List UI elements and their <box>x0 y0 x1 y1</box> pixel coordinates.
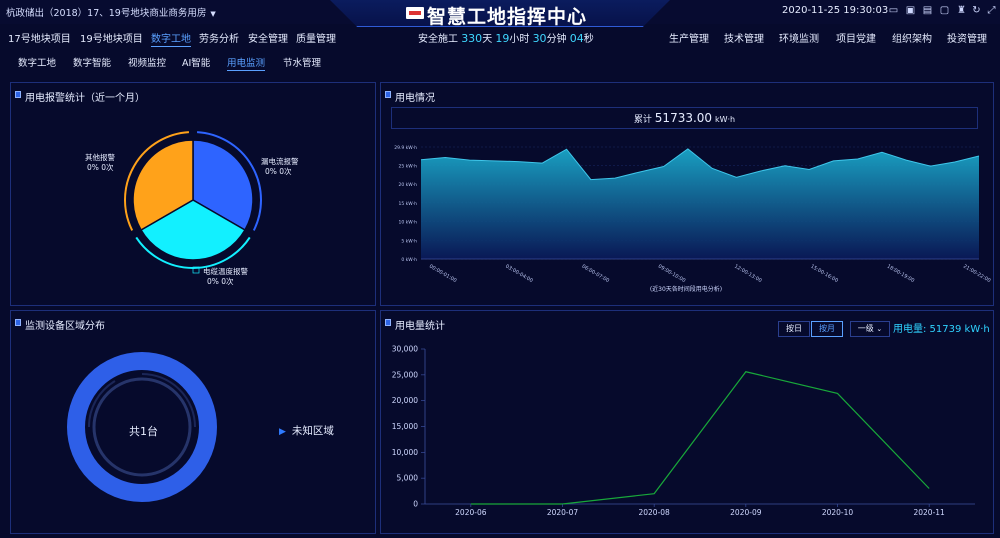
device-panel: 监测设备区域分布 共1台 ▶ 未知区域 <box>10 310 376 534</box>
y-tick-label: 10,000 <box>392 448 418 457</box>
y-tick-label: 15 kW·h <box>399 201 418 207</box>
safety-minutes: 30 <box>532 32 547 45</box>
label-other: 其他报警 <box>85 152 115 162</box>
tab-party[interactable]: 项目党建 <box>836 30 876 45</box>
tab-19-project[interactable]: 19号地块项目 <box>80 30 143 45</box>
page-title: 智慧工地指挥中心 <box>427 6 588 28</box>
x-tick-label: 18:00-19:00 <box>886 264 916 285</box>
line-group: 0 5,000 10,000 15,000 20,000 25,000 30,000 2020… <box>392 345 975 517</box>
alarm-pie-chart: 其他报警 0% 0次 漏电流报警 0% 0次 电缆温度报警 0% 0次 <box>85 131 299 286</box>
monitor-icon[interactable]: ▭ <box>888 5 899 16</box>
area-footnote: (近30天各时间段用电分析) <box>650 285 722 293</box>
y-tick-label: 20,000 <box>392 396 418 405</box>
y-tick-label: 15,000 <box>392 422 418 431</box>
value-cable: 0% 0次 <box>207 276 234 286</box>
fullscreen-icon[interactable]: ⤢ <box>986 5 997 16</box>
x-tick-label: 2020-06 <box>455 508 487 517</box>
screen-icon[interactable]: ▣ <box>905 5 916 16</box>
device-donut-chart <box>67 352 217 502</box>
y-tick-label: 0 kW·h <box>401 257 417 263</box>
triangle-right-icon: ▶ <box>279 427 286 437</box>
x-tick-label: 2020-10 <box>822 508 854 517</box>
y-tick-label: 30,000 <box>392 345 418 354</box>
y-tick-label: 25,000 <box>392 370 418 379</box>
tab-labor-analysis[interactable]: 劳务分析 <box>199 30 239 45</box>
x-tick-label: 2020-11 <box>913 508 945 517</box>
x-tick-label: 2020-08 <box>638 508 670 517</box>
safety-hours: 19 <box>495 32 510 45</box>
area-fill <box>421 148 979 259</box>
tab-17-project[interactable]: 17号地块项目 <box>8 30 71 45</box>
subnav-water[interactable]: 节水管理 <box>283 55 321 69</box>
subnav-power[interactable]: 用电监测 <box>227 55 266 71</box>
folder-icon[interactable]: ▢ <box>939 5 950 16</box>
x-tick-label: 09:00-10:00 <box>657 264 687 285</box>
usage-line-chart: 0 5,000 10,000 15,000 20,000 25,000 30,000 2020… <box>392 345 975 517</box>
y-tick-label: 5 kW·h <box>401 238 417 244</box>
alarm-panel: 用电报警统计（近一个月） 其他报警 0% 0次 漏电流报警 0% 0次 电缆温度… <box>10 82 376 306</box>
x-tick-label: 12:00-13:00 <box>733 264 763 285</box>
tab-technology[interactable]: 技术管理 <box>724 30 764 45</box>
x-tick-label: 21:00-22:00 <box>962 264 992 285</box>
tab-production[interactable]: 生产管理 <box>669 30 709 45</box>
safety-seconds: 04 <box>569 32 584 45</box>
donut-center-label: 共1台 <box>129 425 158 438</box>
y-tick-label: 29.9 kW·h <box>394 145 417 151</box>
datetime: 2020-11-25 19:30:03 <box>782 5 889 16</box>
tab-organization[interactable]: 组织架构 <box>892 30 932 45</box>
stats-panel: 用电量统计 按日 按月 一级 ⌄ 用电量: 51739 kW·h 0 5,000 1… <box>380 310 994 534</box>
subnav-digital-site[interactable]: 数字工地 <box>18 55 56 69</box>
y-tick-label: 20 kW·h <box>399 182 418 188</box>
x-tick-label: 00:00-01:00 <box>428 264 458 285</box>
usage-panel: 用电情况 累计 51733.00 kW·h 0 kW·h 5 kW·h 10 kW·… <box>380 82 994 306</box>
tab-safety[interactable]: 安全管理 <box>248 30 288 45</box>
area-group: 0 kW·h 5 kW·h 10 kW·h 15 kW·h 20 kW·h 25 kW·h… <box>394 145 991 284</box>
x-tick-label: 15:00-16:00 <box>809 264 839 285</box>
x-tick-label: 2020-07 <box>547 508 579 517</box>
tab-investment[interactable]: 投资管理 <box>947 30 987 45</box>
subnav-digital-smart[interactable]: 数字智能 <box>73 55 111 69</box>
y-tick-label: 25 kW·h <box>399 163 418 169</box>
label-leak: 漏电流报警 <box>261 156 299 166</box>
tab-environment[interactable]: 环境监测 <box>779 30 819 45</box>
value-other: 0% 0次 <box>87 162 114 172</box>
usage-area-chart: 0 kW·h 5 kW·h 10 kW·h 15 kW·h 20 kW·h 25 kW·h… <box>394 145 991 293</box>
x-tick-label: 06:00-07:00 <box>581 264 611 285</box>
shirt-icon[interactable]: ♜ <box>956 5 967 16</box>
tab-quality[interactable]: 质量管理 <box>296 30 336 45</box>
y-tick-label: 0 <box>413 500 418 509</box>
tab-digital-site[interactable]: 数字工地 <box>151 30 191 47</box>
value-leak: 0% 0次 <box>265 166 292 176</box>
safety-counter: 安全施工 330天 19小时 30分钟 04秒 <box>418 32 594 45</box>
list-icon[interactable]: ▤ <box>922 5 933 16</box>
region-legend[interactable]: ▶ 未知区域 <box>279 423 334 438</box>
usage-line <box>470 371 930 505</box>
refresh-icon[interactable]: ↻ <box>971 5 982 16</box>
label-cable: 电缆温度报警 <box>203 266 248 276</box>
y-tick-label: 10 kW·h <box>399 220 418 226</box>
chevron-down-icon: ▼ <box>210 10 216 18</box>
sub-nav: 数字工地 数字智能 视频监控 AI智能 用电监测 节水管理 <box>0 50 1000 72</box>
project-selector[interactable]: 杭政储出（2018）17、19号地块商业商务用房 ▼ <box>6 5 216 19</box>
y-tick-label: 5,000 <box>397 474 419 483</box>
subnav-ai[interactable]: AI智能 <box>182 55 210 69</box>
subnav-video[interactable]: 视频监控 <box>128 55 166 69</box>
pie-group <box>124 131 262 269</box>
x-tick-label: 2020-09 <box>730 508 762 517</box>
safety-days: 330 <box>461 32 483 45</box>
x-tick-label: 03:00-04:00 <box>504 264 534 285</box>
project-selector-label: 杭政储出（2018）17、19号地块商业商务用房 <box>6 8 207 19</box>
